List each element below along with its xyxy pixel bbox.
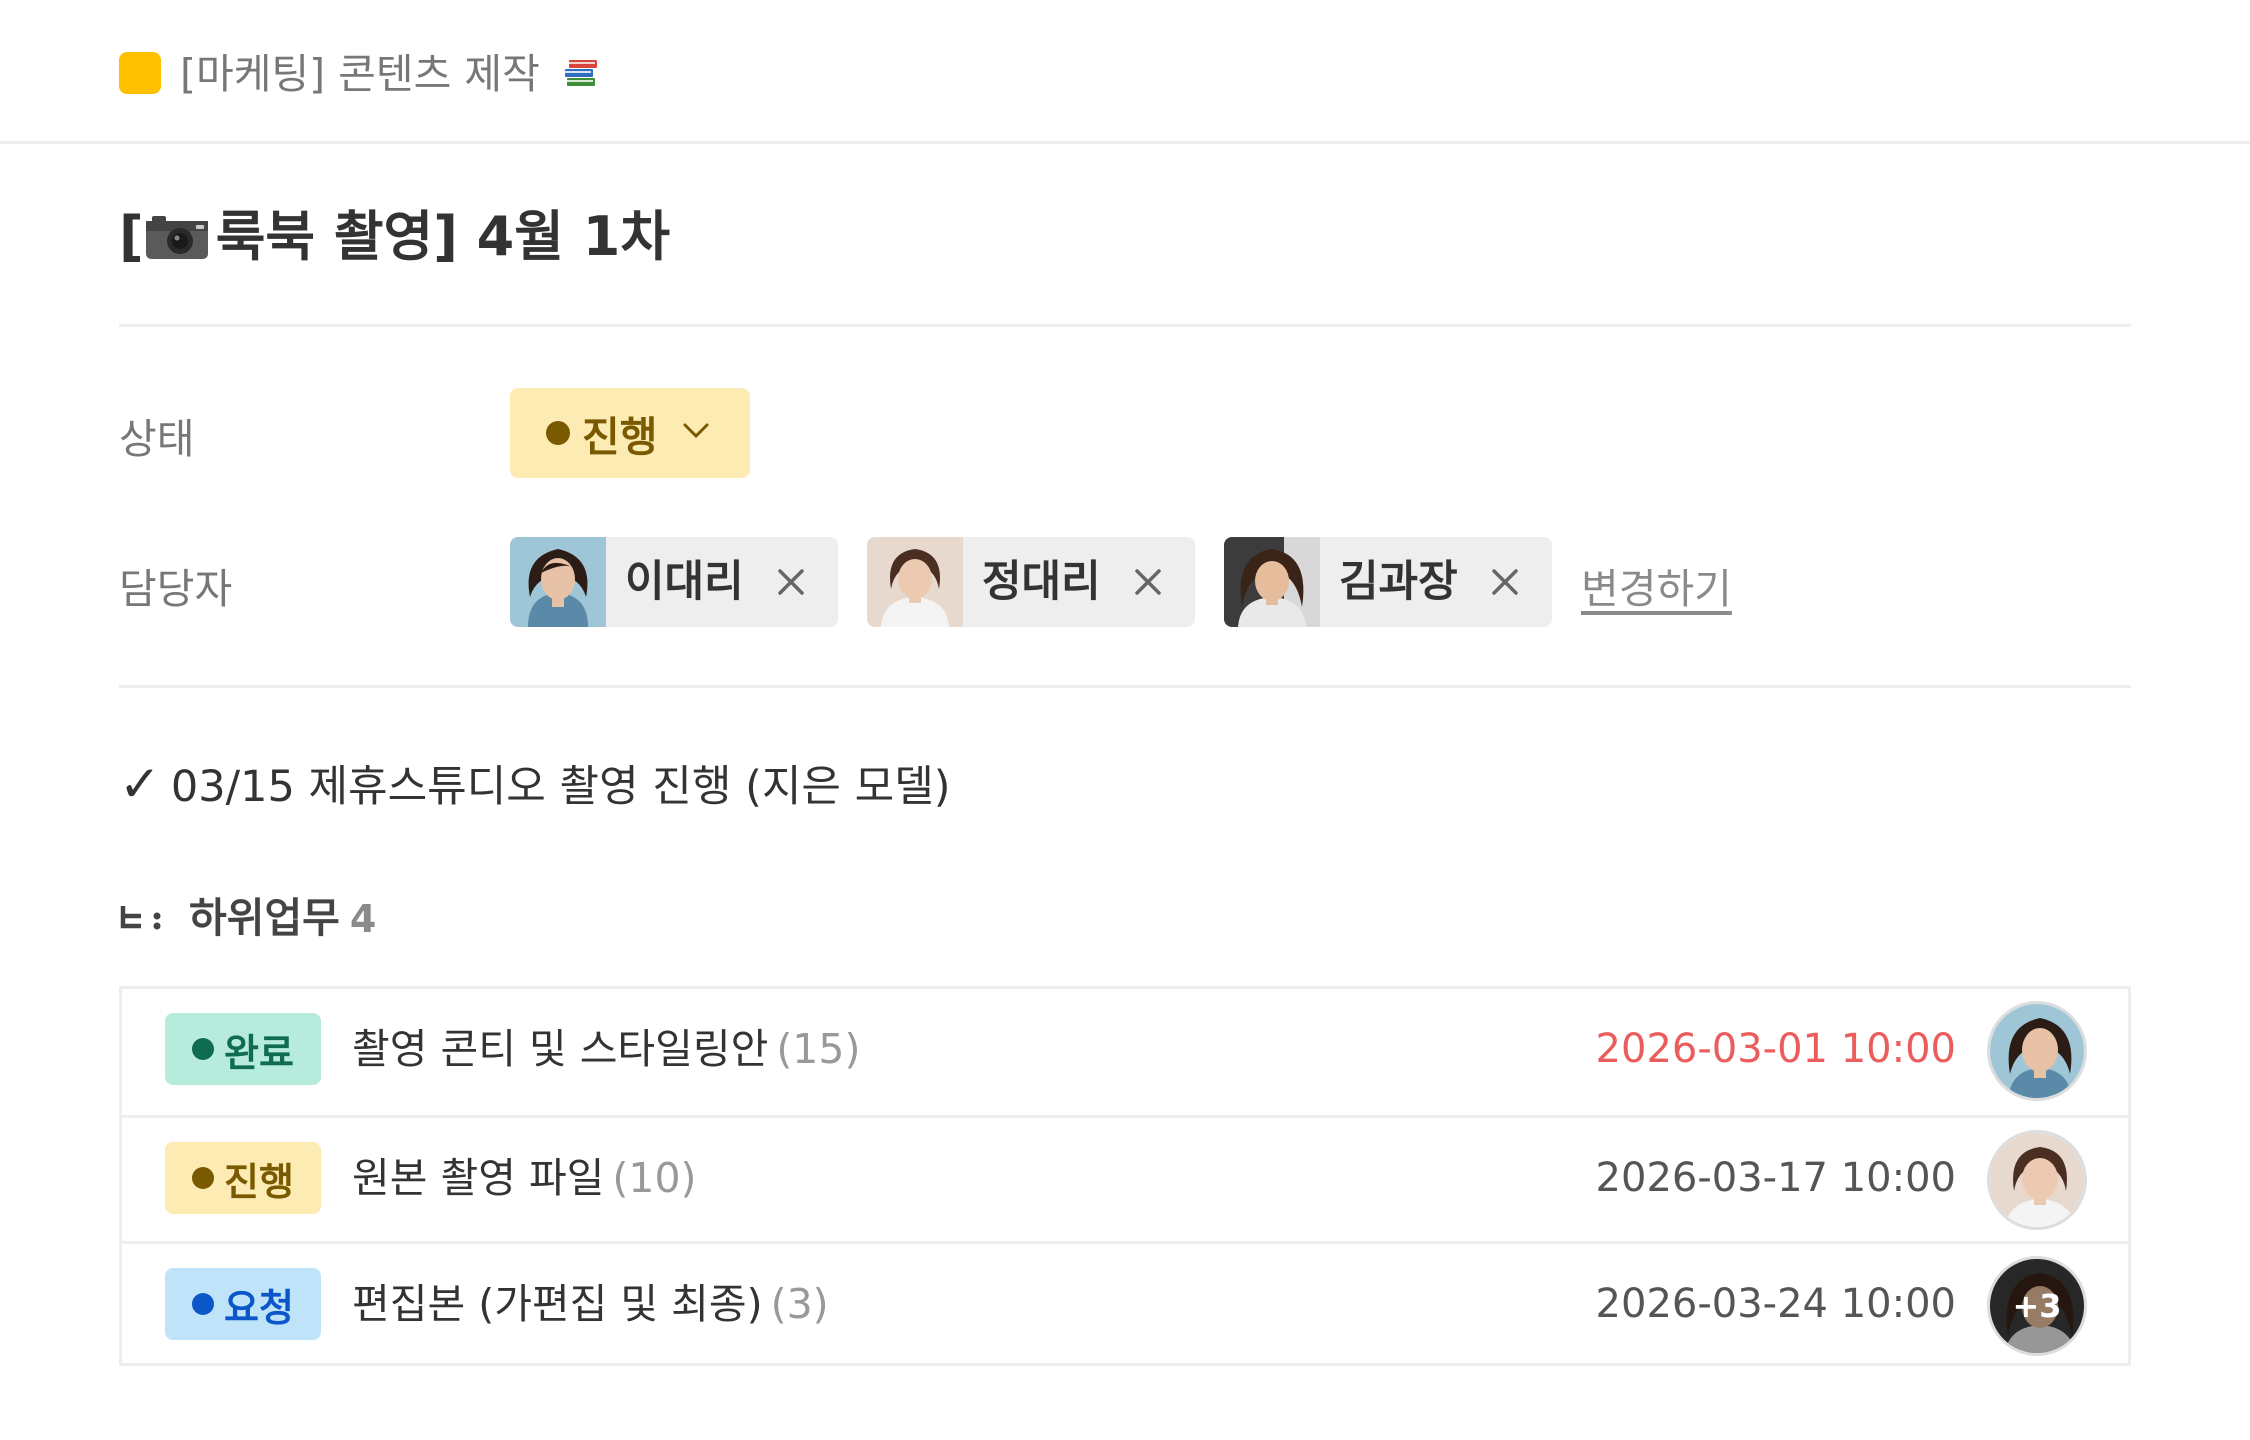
check-icon: ✓ xyxy=(119,755,161,813)
list-item[interactable]: 진행 원본 촬영 파일 (10) 2026-03-17 10:00 xyxy=(122,1115,2128,1244)
project-color-dot xyxy=(119,52,161,94)
subtask-count: (10) xyxy=(612,1154,697,1202)
status-badge[interactable]: 완료 xyxy=(165,1013,321,1085)
close-icon[interactable] xyxy=(1129,563,1167,601)
status-badge-label: 진행 xyxy=(224,1159,294,1204)
due-date: 2026-03-17 10:00 xyxy=(1595,1155,1956,1201)
assignee-name: 이대리 xyxy=(625,557,744,607)
status-badge-label: 완료 xyxy=(224,1030,294,1075)
status-value: 진행 xyxy=(582,413,658,461)
top-header: [마케팅] 콘텐츠 제작 xyxy=(0,0,2250,144)
subtasks-count: 4 xyxy=(349,897,377,941)
note-text: 03/15 제휴스튜디오 촬영 진행 (지은 모델) xyxy=(170,762,951,812)
project-title[interactable]: [마케팅] 콘텐츠 제작 xyxy=(180,46,601,105)
subtask-title: 촬영 콘티 및 스타일링안 (15) xyxy=(352,1019,860,1079)
close-icon[interactable] xyxy=(1486,563,1524,601)
subtasks-label: 하위업무 xyxy=(189,894,340,942)
task-note: ✓ 03/15 제휴스튜디오 촬영 진행 (지은 모델) xyxy=(119,754,951,817)
status-badge[interactable]: 진행 xyxy=(165,1142,321,1214)
status-dot xyxy=(192,1293,215,1315)
assignee-name: 정대리 xyxy=(982,557,1101,607)
status-badge[interactable]: 요청 xyxy=(165,1268,321,1340)
list-item[interactable]: 완료 촬영 콘티 및 스타일링안 (15) 2026-03-01 10:00 xyxy=(122,989,2128,1115)
divider xyxy=(119,324,2131,327)
avatar xyxy=(510,537,606,627)
camera-icon xyxy=(144,206,210,280)
avatar[interactable] xyxy=(1987,1130,2087,1230)
status-dot xyxy=(192,1038,215,1060)
subtask-name: 원본 촬영 파일 xyxy=(352,1154,605,1202)
status-dot xyxy=(546,421,570,445)
avatar xyxy=(1224,537,1320,627)
close-icon[interactable] xyxy=(772,563,810,601)
subtask-title: 편집본 (가편집 및 최종) (3) xyxy=(352,1274,829,1334)
extra-assignees-count: +3 xyxy=(1990,1259,2084,1353)
subtask-icon xyxy=(119,902,165,961)
status-badge-label: 요청 xyxy=(224,1285,294,1330)
divider xyxy=(119,685,2131,688)
avatar[interactable] xyxy=(1987,1001,2087,1101)
assignee-chip: 이대리 xyxy=(510,537,838,627)
project-title-text: [마케팅] 콘텐츠 제작 xyxy=(180,50,540,98)
status-label: 상태 xyxy=(119,415,195,463)
subtask-list: 완료 촬영 콘티 및 스타일링안 (15) 2026-03-01 10:00 진행… xyxy=(119,986,2131,1366)
chevron-down-icon xyxy=(681,421,711,445)
due-date: 2026-03-24 10:00 xyxy=(1595,1281,1956,1327)
status-dot xyxy=(192,1167,215,1189)
books-icon xyxy=(561,49,601,105)
assignee-chip: 김과장 xyxy=(1224,537,1552,627)
avatar[interactable]: +3 xyxy=(1987,1256,2087,1356)
assignee-name: 김과장 xyxy=(1339,557,1458,607)
assignee-chip: 정대리 xyxy=(867,537,1195,627)
status-dropdown[interactable]: 진행 xyxy=(510,388,750,478)
assignee-label: 담당자 xyxy=(119,565,233,613)
page-title: [ 룩북 촬영] 4월 1차 xyxy=(119,200,670,280)
subtask-name: 촬영 콘티 및 스타일링안 xyxy=(352,1025,769,1073)
list-item[interactable]: 요청 편집본 (가편집 및 최종) (3) 2026-03-24 10:00 +3 xyxy=(122,1241,2128,1370)
subtask-count: (15) xyxy=(776,1025,861,1073)
subtask-count: (3) xyxy=(770,1280,829,1328)
subtask-title: 원본 촬영 파일 (10) xyxy=(352,1148,697,1208)
title-bracket: [ xyxy=(119,205,144,268)
subtask-name: 편집본 (가편집 및 최종) xyxy=(352,1280,763,1328)
change-assignees-link[interactable]: 변경하기 xyxy=(1581,555,1732,615)
title-text: 룩북 촬영] 4월 1차 xyxy=(215,205,670,268)
due-date: 2026-03-01 10:00 xyxy=(1595,1026,1956,1072)
avatar xyxy=(867,537,963,627)
subtasks-header: 하위업무 4 xyxy=(119,890,376,961)
